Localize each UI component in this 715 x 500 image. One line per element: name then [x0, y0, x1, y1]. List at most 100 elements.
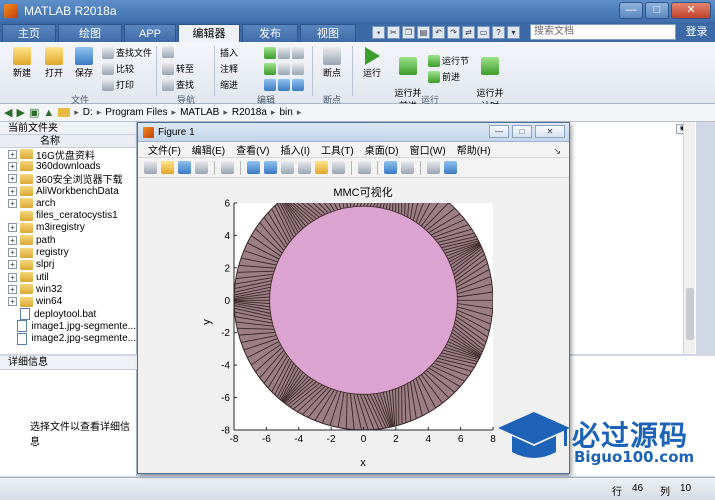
advance-button[interactable]: 前进 — [428, 70, 460, 83]
expand-icon[interactable]: + — [8, 223, 17, 233]
qa-save-icon[interactable]: ▪ — [372, 25, 385, 39]
find-button[interactable]: 查找 — [162, 78, 194, 91]
back-arrow-icon[interactable]: ◀ — [4, 106, 12, 119]
breadcrumb-folder[interactable]: R2018a — [232, 107, 267, 118]
file-list-item[interactable]: + registry — [0, 246, 136, 258]
tab-editor[interactable]: 编辑器 — [178, 24, 240, 42]
indent-button[interactable]: 缩进 — [220, 78, 305, 91]
insert-colorbar-icon[interactable] — [384, 161, 397, 174]
minimize-button[interactable]: — — [619, 2, 643, 19]
qa-paste-icon[interactable]: ▤ — [417, 25, 430, 39]
zoom-out-icon[interactable] — [264, 161, 277, 174]
menu-view[interactable]: 查看(V) — [236, 142, 269, 157]
show-plot-tools-icon[interactable] — [444, 161, 457, 174]
figure-close-button[interactable]: ✕ — [535, 125, 565, 138]
figure-maximize-button[interactable]: □ — [512, 125, 532, 138]
nav-up-button[interactable] — [162, 46, 174, 58]
close-button[interactable]: ✕ — [671, 2, 711, 19]
compare-button[interactable]: 比较 — [102, 62, 134, 75]
rotate-3d-icon[interactable] — [298, 161, 311, 174]
qa-help-icon[interactable]: ? — [492, 25, 505, 39]
expand-icon[interactable]: + — [8, 284, 17, 294]
open-button[interactable]: 打开 — [40, 47, 68, 79]
menu-dock-arrow-icon[interactable]: ↘ — [553, 146, 561, 157]
expand-icon[interactable]: + — [8, 174, 17, 184]
tab-plots[interactable]: 绘图 — [58, 24, 122, 42]
brush-icon[interactable] — [332, 161, 345, 174]
breadcrumb-folder[interactable]: bin — [279, 107, 292, 118]
print-figure-icon[interactable] — [195, 161, 208, 174]
breadcrumb-drive[interactable]: D: — [83, 107, 93, 118]
qa-switch-icon[interactable]: ⇄ — [462, 25, 475, 39]
menu-insert[interactable]: 插入(I) — [280, 142, 309, 157]
tab-apps[interactable]: APP — [124, 24, 176, 42]
qa-cut-icon[interactable]: ✂ — [387, 25, 400, 39]
insert-legend-icon[interactable] — [401, 161, 414, 174]
expand-icon[interactable]: + — [8, 186, 17, 196]
link-plot-icon[interactable] — [358, 161, 371, 174]
qa-window-icon[interactable]: ▭ — [477, 25, 490, 39]
expand-icon[interactable]: + — [8, 260, 17, 270]
tab-publish[interactable]: 发布 — [242, 24, 298, 42]
figure-minimize-button[interactable]: — — [489, 125, 509, 138]
file-list-item[interactable]: + path — [0, 234, 136, 246]
forward-arrow-icon[interactable]: ▶ — [16, 106, 24, 119]
expand-icon[interactable]: + — [8, 272, 17, 282]
file-list-item[interactable]: + slprj — [0, 259, 136, 271]
tab-view[interactable]: 视图 — [300, 24, 356, 42]
expand-icon[interactable]: + — [8, 235, 17, 245]
workspace-scrollbar[interactable] — [683, 122, 695, 354]
scrollbar-thumb[interactable] — [686, 288, 694, 340]
open-file-icon[interactable] — [161, 161, 174, 174]
expand-icon[interactable]: + — [8, 198, 17, 208]
insert-button[interactable]: 插入 — [220, 46, 305, 59]
browse-folder-icon[interactable]: ▣ — [29, 106, 39, 119]
file-list-item[interactable]: + arch — [0, 197, 136, 209]
file-list-item[interactable]: + win32 — [0, 283, 136, 295]
file-list-item[interactable]: +360安全浏览器下载 — [0, 173, 136, 186]
run-and-time-button[interactable]: 运行并 计时 — [474, 47, 506, 112]
run-section-button[interactable]: 运行节 — [428, 54, 469, 67]
expand-icon[interactable]: + — [8, 149, 17, 159]
file-list-item[interactable]: + m3iregistry — [0, 222, 136, 234]
data-cursor-icon[interactable] — [315, 161, 328, 174]
menu-tools[interactable]: 工具(T) — [321, 142, 354, 157]
qa-copy-icon[interactable]: ❐ — [402, 25, 415, 39]
file-list-item[interactable]: + util — [0, 271, 136, 283]
run-button[interactable]: 运行 — [358, 47, 386, 79]
save-figure-icon[interactable] — [178, 161, 191, 174]
figure-title-bar[interactable]: Figure 1 — □ ✕ — [138, 123, 569, 142]
file-list-item[interactable]: image1.jpg-segmente... — [0, 320, 136, 333]
hide-plot-tools-icon[interactable] — [427, 161, 440, 174]
find-files-button[interactable]: 查找文件 — [102, 46, 152, 59]
new-figure-icon[interactable] — [144, 161, 157, 174]
edit-plot-arrow-icon[interactable] — [221, 161, 234, 174]
menu-window[interactable]: 窗口(W) — [410, 142, 446, 157]
tab-home[interactable]: 主页 — [2, 24, 56, 42]
new-button[interactable]: 新建 — [8, 47, 36, 79]
file-list-item[interactable]: image2.jpg-segmente... — [0, 332, 136, 345]
breadcrumb-folder[interactable]: MATLAB — [180, 107, 219, 118]
expand-icon[interactable]: + — [8, 297, 17, 307]
pan-hand-icon[interactable] — [281, 161, 294, 174]
breakpoints-button[interactable]: 断点 — [318, 47, 346, 79]
up-folder-icon[interactable]: ▲ — [43, 107, 54, 119]
comment-button[interactable]: 注释 — [220, 62, 305, 75]
print-button[interactable]: 打印 — [102, 78, 134, 91]
expand-icon[interactable]: + — [8, 248, 17, 258]
search-input[interactable]: 搜索文档 — [530, 24, 676, 40]
file-list-item[interactable]: + win64 — [0, 296, 136, 308]
login-button[interactable]: 登录 — [680, 23, 713, 41]
breadcrumb-folder[interactable]: Program Files — [105, 107, 167, 118]
file-list-item[interactable]: +16G优盘资料 — [0, 148, 136, 162]
expand-icon[interactable]: + — [8, 161, 17, 171]
file-list-item[interactable]: + AliWorkbenchData — [0, 185, 136, 197]
menu-file[interactable]: 文件(F) — [148, 142, 181, 157]
menu-desktop[interactable]: 桌面(D) — [365, 142, 399, 157]
menu-help[interactable]: 帮助(H) — [457, 142, 491, 157]
goto-button[interactable]: 转至 — [162, 62, 194, 75]
qa-dropdown-icon[interactable]: ▾ — [507, 25, 520, 39]
file-list-item[interactable]: files_ceratocystis1 — [0, 209, 136, 221]
menu-edit[interactable]: 编辑(E) — [192, 142, 225, 157]
save-button[interactable]: 保存 — [70, 47, 98, 79]
